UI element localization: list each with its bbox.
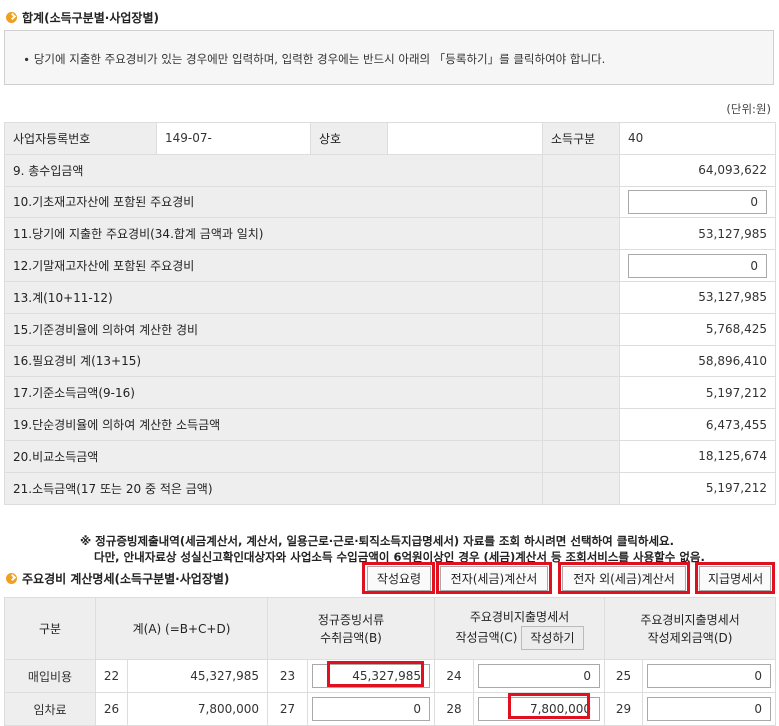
detail-title: 주요경비 계산명세(소득구분별·사업장별) (6, 570, 229, 587)
row-value: 6,473,455 (619, 408, 776, 441)
excluded-amount-header: 주요경비지출명세서 작성제외금액(D) (604, 597, 777, 660)
purchase-excluded-input[interactable]: 0 (647, 664, 772, 688)
table-row: 10.기초재고자산에 포함된 주요경비 0 (4, 185, 776, 219)
row-value: 53,127,985 (619, 280, 776, 314)
table-row: 21.소득금액(17 또는 20 중 적은 금액) 5,197,212 (4, 471, 776, 505)
row-label: 20.비교소득금액 (4, 439, 543, 473)
bizno-label: 사업자등록번호 (4, 122, 157, 155)
table-row: 9. 총수입금액 64,093,622 (4, 153, 776, 187)
income-amount-value: 5,197,212 (619, 471, 776, 505)
row-value: 5,197,212 (619, 376, 776, 410)
name-value (387, 122, 543, 155)
row-label: 19.단순경비율에 의하여 계산한 소득금액 (4, 408, 543, 441)
summary-title: 합계(소득구분별·사업장별) (6, 9, 159, 26)
highlight-box (436, 562, 552, 594)
bullet-icon (6, 573, 17, 584)
category-header: 구분 (4, 597, 96, 660)
closing-inventory-input[interactable]: 0 (628, 253, 767, 278)
summary-header-row: 사업자등록번호 149-07- 상호 소득구분 40 (4, 122, 776, 155)
detail-header-row: 구분 계(A) (=B+C+D) 정규증빙서류 수취금액(B) 주요경비지출명세서… (4, 597, 777, 660)
row-value: 5,768,425 (619, 312, 776, 346)
row-label: 10.기초재고자산에 포함된 주요경비 (4, 185, 543, 219)
write-button[interactable]: 작성하기 (521, 625, 584, 650)
summary-table: 사업자등록번호 149-07- 상호 소득구분 40 9. 총수입금액 64,0… (4, 122, 776, 505)
table-row: 11.당기에 지출한 주요경비(34.합계 금액과 일치) 53,127,985 (4, 217, 776, 251)
row-category: 임차료 (4, 692, 96, 726)
table-row: 12.기말재고자산에 포함된 주요경비 0 (4, 249, 776, 282)
highlight-box (558, 562, 690, 594)
total-header: 계(A) (=B+C+D) (95, 597, 268, 660)
income-type-label: 소득구분 (542, 122, 620, 155)
bullet-icon (6, 12, 17, 23)
row-category: 매입비용 (4, 659, 96, 693)
bizno-value: 149-07- (156, 122, 311, 155)
statement-amount-header: 주요경비지출명세서 작성금액(C) 작성하기 (433, 597, 606, 660)
row-value: 18,125,674 (619, 439, 776, 473)
notice-box: ∙ 당기에 지출한 주요경비가 있는 경우에만 입력하며, 입력한 경우에는 반… (4, 30, 774, 85)
table-row: 17.기준소득금액(9-16) 5,197,212 (4, 376, 776, 410)
income-type-value: 40 (619, 122, 776, 155)
current-expense-value: 53,127,985 (619, 217, 776, 251)
summary-title-text: 합계(소득구분별·사업장별) (22, 11, 159, 25)
rent-excluded-input[interactable]: 0 (647, 697, 772, 721)
row-label: 11.당기에 지출한 주요경비(34.합계 금액과 일치) (4, 217, 543, 251)
total-value: 45,327,985 (127, 659, 268, 693)
purchase-statement-input[interactable]: 0 (478, 664, 601, 688)
row-label: 16.필요경비 계(13+15) (4, 344, 543, 378)
rent-proof-input[interactable]: 0 (312, 697, 430, 721)
highlight-box (508, 693, 590, 719)
highlight-box (695, 562, 775, 594)
opening-inventory-input[interactable]: 0 (628, 189, 767, 214)
row-label: 15.기준경비율에 의하여 계산한 경비 (4, 312, 543, 346)
total-revenue-value: 64,093,622 (619, 153, 776, 187)
detail-title-text: 주요경비 계산명세(소득구분별·사업장별) (22, 572, 230, 586)
table-row: 19.단순경비율에 의하여 계산한 소득금액 6,473,455 (4, 408, 776, 441)
row-label: 12.기말재고자산에 포함된 주요경비 (4, 249, 543, 282)
info-note-1: ※ 정규증빙제출내역(세금계산서, 계산서, 일용근로·근로·퇴직소득지급명세서… (80, 534, 674, 548)
table-row: 20.비교소득금액 18,125,674 (4, 439, 776, 473)
table-row: 임차료 26 7,800,000 27 0 28 7,800,000 29 0 (4, 692, 777, 726)
row-label: 21.소득금액(17 또는 20 중 적은 금액) (4, 471, 543, 505)
notice-text: ∙ 당기에 지출한 주요경비가 있는 경우에만 입력하며, 입력한 경우에는 반… (23, 52, 606, 66)
proof-amount-header: 정규증빙서류 수취금액(B) (267, 597, 435, 660)
row-value: 58,896,410 (619, 344, 776, 378)
row-label: 9. 총수입금액 (4, 153, 543, 187)
highlight-box (362, 562, 435, 594)
name-label: 상호 (310, 122, 388, 155)
table-row: 16.필요경비 계(13+15) 58,896,410 (4, 344, 776, 378)
row-label: 17.기준소득금액(9-16) (4, 376, 543, 410)
table-row: 15.기준경비율에 의하여 계산한 경비 5,768,425 (4, 312, 776, 346)
unit-label: (단위:원) (726, 102, 771, 116)
total-value: 7,800,000 (127, 692, 268, 726)
table-row: 13.계(10+11-12) 53,127,985 (4, 280, 776, 314)
highlight-box (327, 661, 424, 687)
row-label: 13.계(10+11-12) (4, 280, 543, 314)
